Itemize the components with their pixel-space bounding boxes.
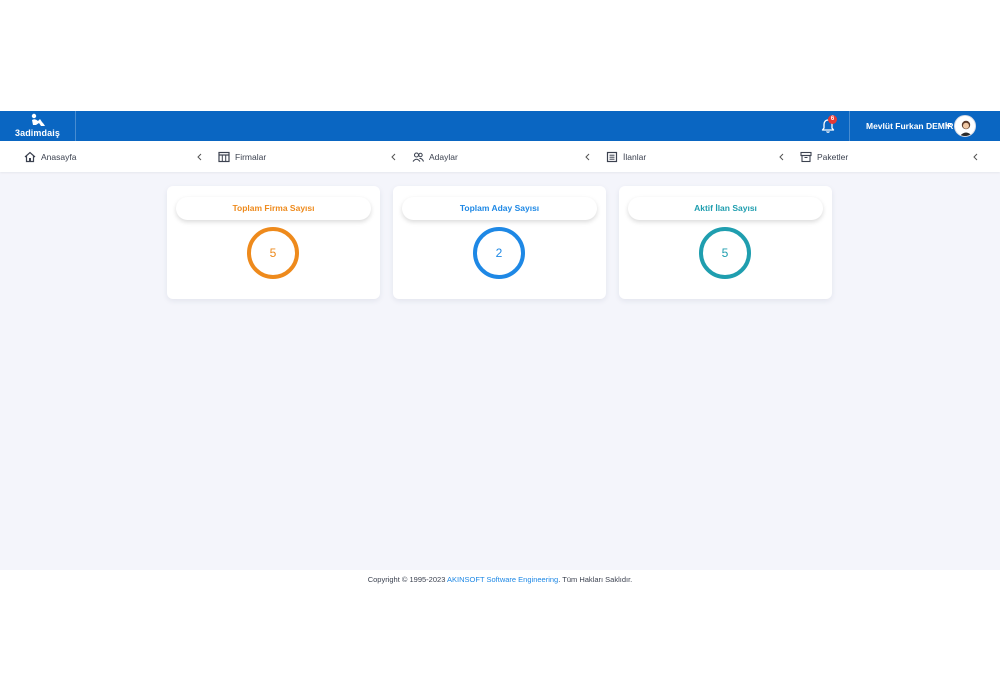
nav-item-adaylar[interactable]: Adaylar	[412, 141, 594, 172]
stat-card-aday: Toplam Aday Sayısı 2	[393, 186, 606, 299]
nav-label: Firmalar	[235, 152, 267, 162]
avatar-person-icon	[959, 120, 973, 136]
nav-label: İlanlar	[623, 152, 647, 162]
footer-rights: . Tüm Hakları Saklıdır.	[558, 575, 633, 584]
stat-ring: 2	[473, 227, 525, 279]
logo-figure-icon	[31, 113, 45, 126]
footer-copyright: Copyright © 1995-2023	[367, 575, 448, 584]
app-shell: 3adimdaiş 6 Mevlüt Furkan DEMİR Anasayfa…	[0, 111, 1000, 570]
stat-value: 5	[721, 246, 729, 260]
stat-ring: 5	[247, 227, 299, 279]
nav-label: Anasayfa	[41, 152, 77, 162]
stat-card-title: Toplam Aday Sayısı	[459, 203, 540, 213]
stat-card-title: Aktif İlan Sayısı	[694, 203, 757, 213]
stat-value: 2	[495, 246, 503, 260]
chevron-down-icon[interactable]	[945, 122, 952, 129]
stat-value: 5	[269, 246, 277, 260]
nav-label: Adaylar	[429, 152, 458, 162]
top-bar: 3adimdaiş 6 Mevlüt Furkan DEMİR	[0, 111, 1000, 141]
brand-logo[interactable]: 3adimdaiş	[0, 111, 76, 141]
brand-name: 3adimdaiş	[15, 128, 60, 138]
footer-company-link[interactable]: AKINSOFT Software Engineering	[447, 575, 558, 584]
stat-card-ilan: Aktif İlan Sayısı 5	[619, 186, 832, 299]
stat-card-header: Toplam Aday Sayısı	[402, 197, 597, 220]
footer: Copyright © 1995-2023 AKINSOFT Software …	[0, 570, 1000, 590]
chevron-left-icon	[391, 153, 396, 161]
user-name[interactable]: Mevlüt Furkan DEMİR	[866, 121, 953, 131]
nav-item-paketler[interactable]: Paketler	[800, 141, 982, 172]
chevron-left-icon	[779, 153, 784, 161]
chevron-left-icon	[197, 153, 202, 161]
user-avatar[interactable]	[954, 115, 976, 137]
chevron-left-icon	[585, 153, 590, 161]
notification-badge: 6	[828, 115, 837, 124]
nav-item-ilanlar[interactable]: İlanlar	[606, 141, 788, 172]
nav-item-firmalar[interactable]: Firmalar	[218, 141, 400, 172]
stat-card-header: Aktif İlan Sayısı	[628, 197, 823, 220]
table-columns-icon	[218, 151, 230, 163]
home-icon	[24, 151, 36, 163]
main-navigation: Anasayfa Firmalar Adaylar İlanlar Paketl…	[0, 141, 1000, 172]
header-divider	[849, 111, 850, 141]
stat-card-title: Toplam Firma Sayısı	[232, 203, 315, 213]
stat-ring: 5	[699, 227, 751, 279]
stat-card-firma: Toplam Firma Sayısı 5	[167, 186, 380, 299]
nav-item-anasayfa[interactable]: Anasayfa	[24, 141, 206, 172]
archive-box-icon	[800, 151, 812, 163]
users-icon	[412, 152, 424, 162]
nav-label: Paketler	[817, 152, 849, 162]
chevron-left-icon	[973, 153, 978, 161]
stat-card-header: Toplam Firma Sayısı	[176, 197, 371, 220]
list-document-icon	[606, 151, 618, 163]
